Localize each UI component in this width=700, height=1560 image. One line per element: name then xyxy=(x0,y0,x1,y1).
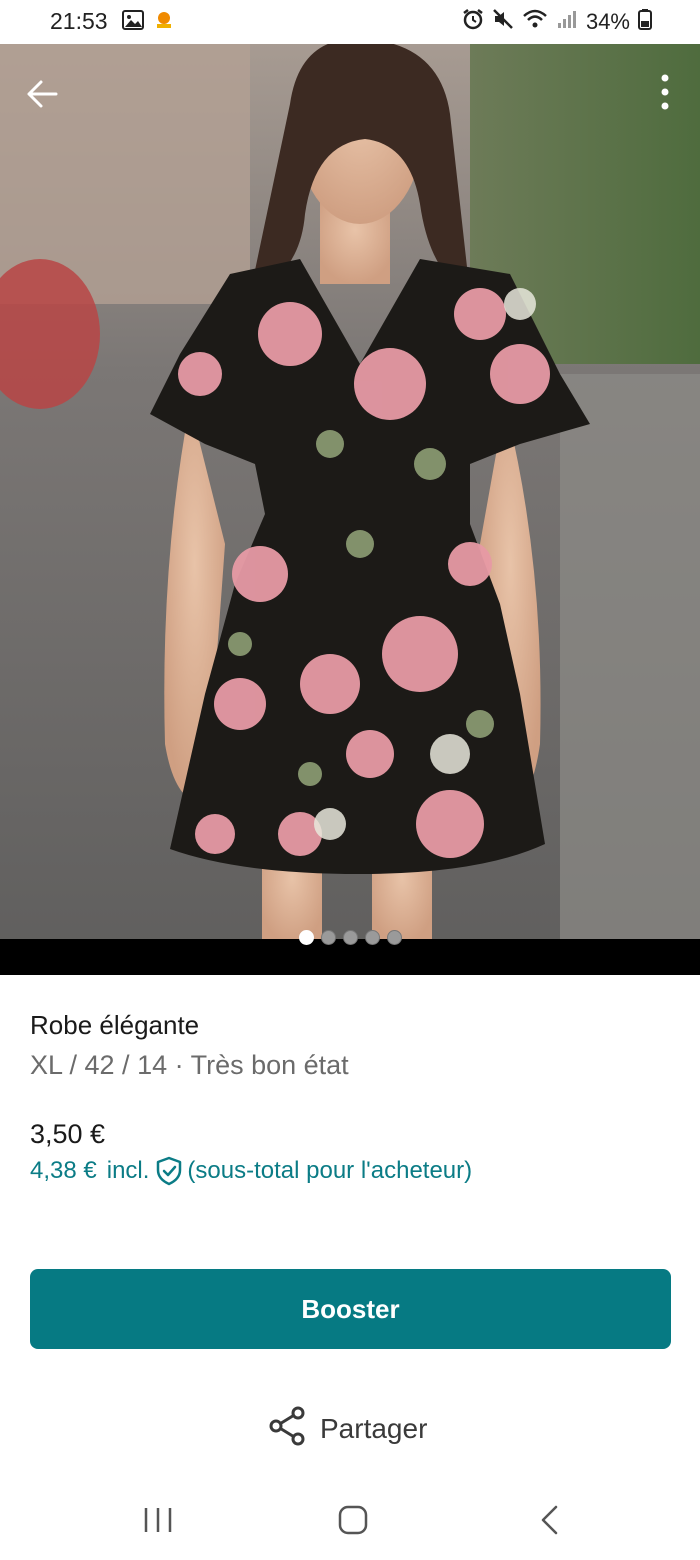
recent-apps-icon[interactable] xyxy=(142,1506,174,1539)
item-price: 3,50 € xyxy=(30,1119,106,1149)
carousel-dot[interactable] xyxy=(298,930,314,945)
system-navigation-bar xyxy=(0,1480,700,1560)
buyer-price-incl: incl. xyxy=(106,1157,150,1184)
carousel-indicator[interactable] xyxy=(0,930,700,945)
share-icon xyxy=(268,1406,306,1451)
share-button[interactable]: Partager xyxy=(268,1406,427,1451)
shield-check-icon xyxy=(155,1156,183,1186)
carousel-dot[interactable] xyxy=(342,930,358,945)
app-notification-icon xyxy=(154,10,174,35)
item-title: Robe élégante xyxy=(30,1010,200,1040)
carousel-dot[interactable] xyxy=(364,930,380,945)
booster-button[interactable]: Booster xyxy=(30,1269,671,1349)
gallery-icon xyxy=(122,10,144,35)
wifi-icon xyxy=(522,8,548,35)
mute-icon xyxy=(492,8,514,35)
back-arrow-icon xyxy=(25,79,59,114)
product-photo[interactable] xyxy=(0,44,700,975)
buyer-price-note: (sous-total pour l'acheteur) xyxy=(187,1157,473,1184)
carousel-dot[interactable] xyxy=(386,930,402,945)
more-vertical-icon xyxy=(660,72,670,117)
item-size-condition: XL / 42 / 14 · Très bon état xyxy=(30,1050,349,1080)
carousel-dot[interactable] xyxy=(320,930,336,945)
alarm-icon xyxy=(462,8,484,35)
back-button[interactable] xyxy=(20,74,64,118)
status-time: 21:53 xyxy=(50,8,108,34)
home-icon[interactable] xyxy=(338,1504,368,1541)
more-options-button[interactable] xyxy=(652,72,678,116)
status-bar: 21:53 34% xyxy=(0,0,700,44)
signal-icon xyxy=(556,8,578,35)
buyer-price-info[interactable]: 4,38 € incl. (sous-total pour l'acheteur… xyxy=(30,1156,472,1186)
nav-back-icon[interactable] xyxy=(538,1504,560,1541)
share-label: Partager xyxy=(320,1412,428,1444)
product-photo-illustration xyxy=(0,44,700,975)
battery-icon xyxy=(638,8,652,35)
buyer-price: 4,38 € xyxy=(30,1157,97,1184)
battery-percentage: 34% xyxy=(585,8,630,34)
